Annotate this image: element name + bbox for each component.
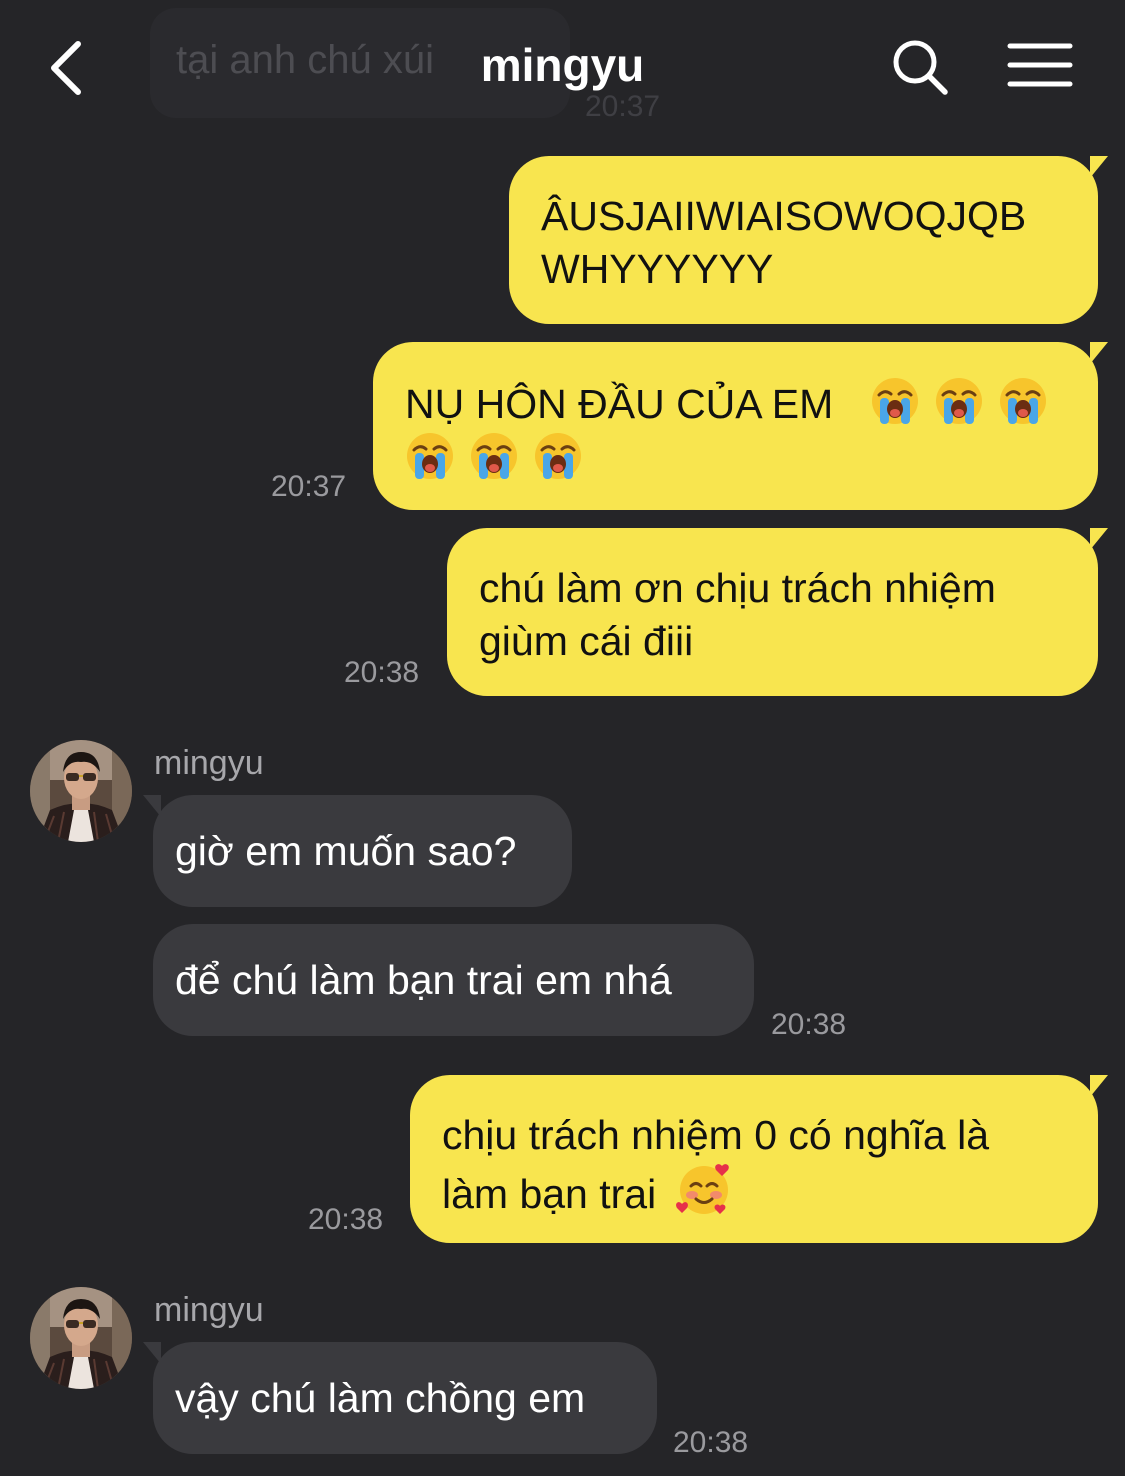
search-icon [893, 40, 948, 95]
message-text: giùm cái điii [479, 618, 694, 664]
sender-name: mingyu [154, 1291, 264, 1329]
message-text: giờ em muốn sao? [175, 827, 517, 874]
message-text: chú làm ơn chịu trách nhiệm [479, 565, 996, 611]
loudly-crying-face-icon [934, 376, 984, 426]
menu-button[interactable] [1006, 40, 1076, 96]
message-text: vậy chú làm chồng em [175, 1374, 586, 1421]
sender-name: mingyu [154, 744, 264, 782]
incoming-message[interactable]: vậy chú làm chồng em [143, 1342, 657, 1454]
loudly-crying-face-icon [533, 431, 583, 481]
bubble-tail [143, 1342, 161, 1364]
previous-message-time: 20:37 [585, 90, 661, 123]
bubble-tail [1090, 156, 1108, 178]
outgoing-message[interactable]: ÂUSJAIIWIAISOWOQJQB WHYYYYYY [509, 156, 1108, 324]
message-time: 20:38 [771, 1008, 847, 1041]
smiling-face-with-hearts-icon [676, 1162, 732, 1218]
bubble-tail [1090, 528, 1108, 550]
loudly-crying-face-icon [469, 431, 519, 481]
outgoing-message[interactable]: chú làm ơn chịu trách nhiệm giùm cái đii… [447, 528, 1108, 696]
message-text: chịu trách nhiệm 0 có nghĩa là [442, 1112, 989, 1158]
chat-screen: tại anh chú xúi 20:37 mingyu ÂUSJAIIWIAI… [0, 0, 1125, 1476]
chat-title: mingyu [480, 39, 645, 91]
message-text: để chú làm bạn trai em nhá [175, 956, 672, 1003]
message-time: 20:38 [673, 1426, 749, 1459]
avatar[interactable] [30, 1287, 132, 1389]
message-time: 20:37 [271, 470, 347, 503]
avatar[interactable] [30, 740, 132, 842]
message-text: ÂUSJAIIWIAISOWOQJQB [541, 193, 1027, 239]
message-time: 20:38 [308, 1203, 384, 1236]
bubble-tail [143, 795, 161, 817]
incoming-message[interactable]: để chú làm bạn trai em nhá [153, 924, 754, 1036]
avatar-photo [30, 1287, 132, 1389]
message-text: WHYYYYYY [541, 246, 774, 292]
message-text-line: làm bạn trai [442, 1162, 1064, 1221]
incoming-message[interactable]: giờ em muốn sao? [143, 795, 572, 907]
loudly-crying-face-icon [870, 376, 920, 426]
message-text-line: NỤ HÔN ĐẦU CỦA EM [405, 376, 1064, 431]
message-text: NỤ HÔN ĐẦU CỦA EM [405, 381, 834, 427]
avatar-photo [30, 740, 132, 842]
hamburger-menu-icon [1007, 43, 1073, 87]
bubble-tail [1090, 342, 1108, 364]
bubble-tail [1090, 1075, 1108, 1097]
search-button[interactable] [888, 36, 952, 100]
emoji-line [405, 431, 1064, 486]
message-time: 20:38 [344, 656, 420, 689]
message-text: làm bạn trai [442, 1171, 657, 1217]
loudly-crying-face-icon [405, 431, 455, 481]
loudly-crying-face-icon [998, 376, 1048, 426]
outgoing-message[interactable]: NỤ HÔN ĐẦU CỦA EM [373, 342, 1108, 510]
outgoing-message[interactable]: chịu trách nhiệm 0 có nghĩa là làm bạn t… [410, 1075, 1108, 1243]
